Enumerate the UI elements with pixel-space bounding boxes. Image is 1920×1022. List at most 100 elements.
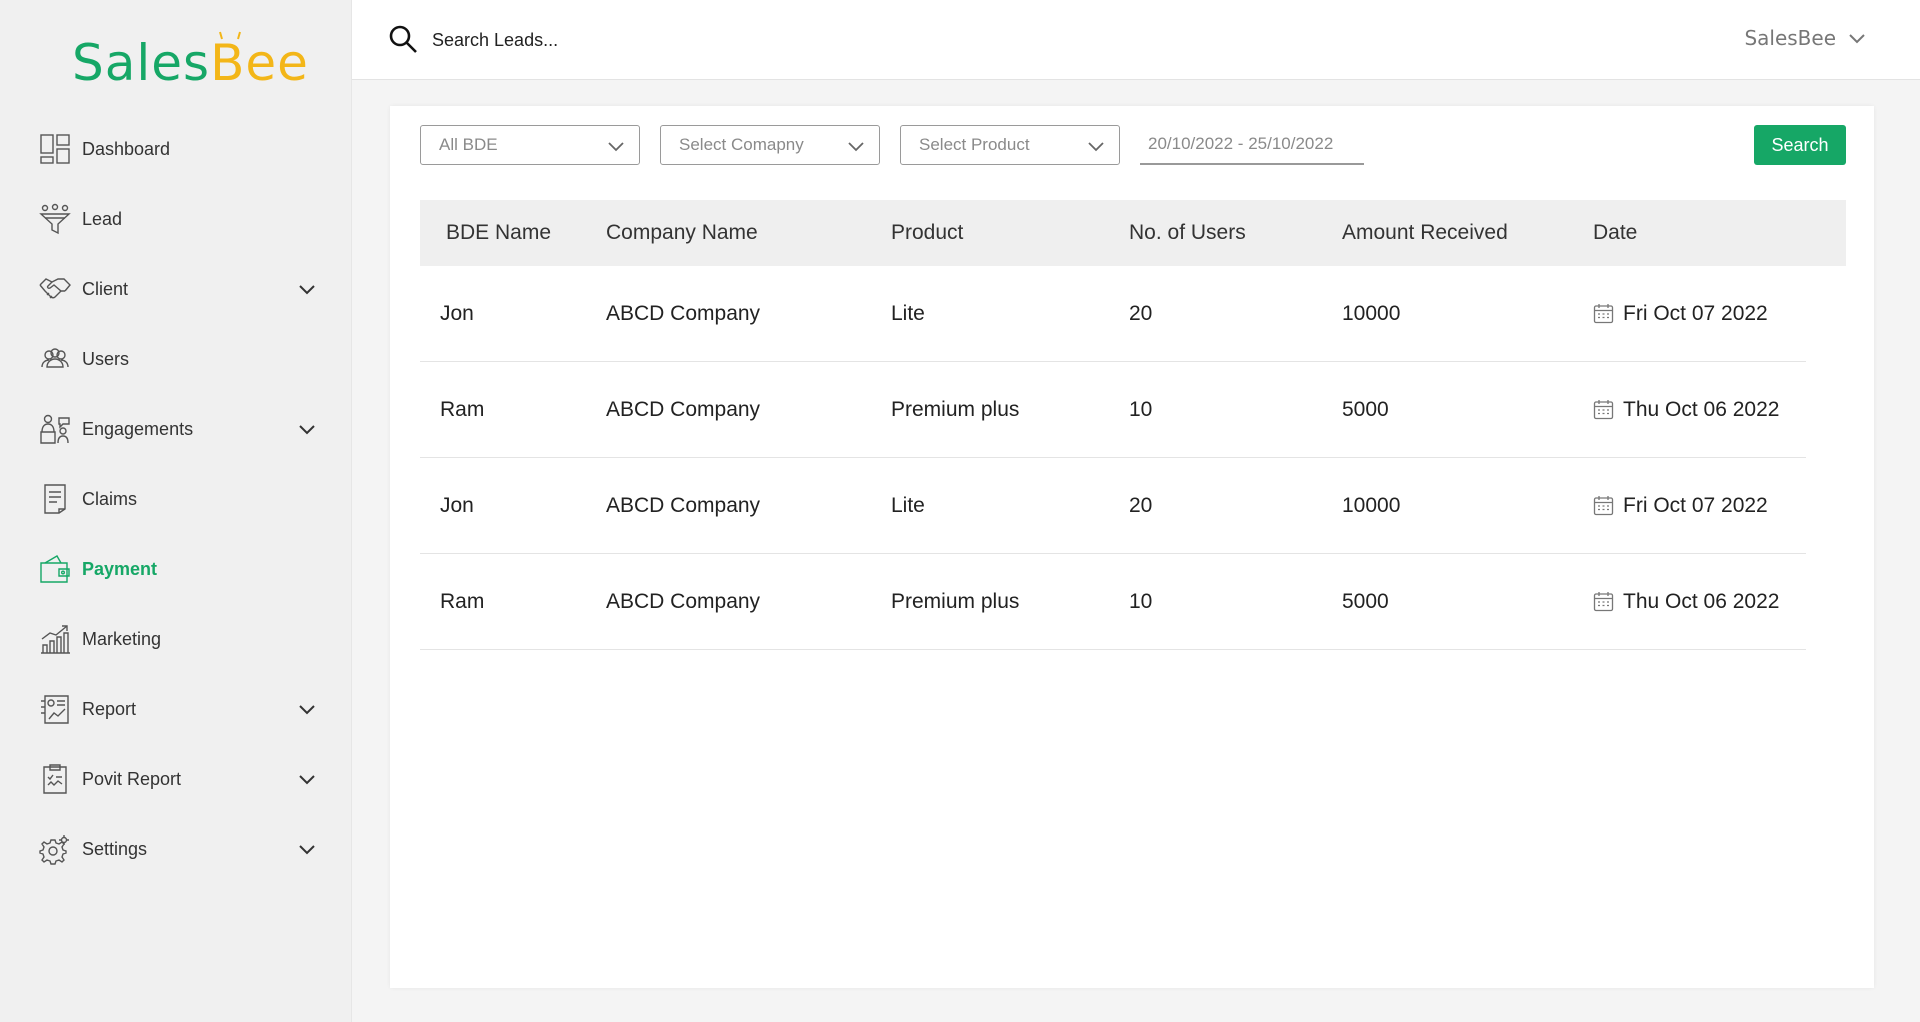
cell-bde-name: Ram — [440, 397, 485, 421]
logo-text-bee: Bee — [210, 31, 309, 92]
sidebar: Sales Bee Dashboard Lead Client Users Eng… — [0, 0, 352, 1022]
cell-bde-name: Jon — [440, 301, 474, 325]
date-range-picker[interactable]: 20/10/2022 - 25/10/2022 — [1140, 125, 1364, 165]
calendar-icon — [1593, 496, 1614, 516]
sidebar-item-settings[interactable]: Settings — [0, 814, 352, 884]
search-icon[interactable] — [388, 24, 418, 54]
bde-select[interactable]: All BDE — [420, 125, 640, 165]
cell-no-of-users: 20 — [1129, 493, 1153, 517]
sidebar-item-client[interactable]: Client — [0, 254, 352, 324]
table-row[interactable]: Jon ABCD Company Lite 20 10000 Fri Oct 0… — [420, 266, 1806, 362]
cell-amount-received: 10000 — [1342, 493, 1401, 517]
sidebar-item-lead[interactable]: Lead — [0, 184, 352, 254]
sidebar-item-report[interactable]: Report — [0, 674, 352, 744]
sidebar-item-users[interactable]: Users — [0, 324, 352, 394]
cell-date-text: Thu Oct 06 2022 — [1623, 397, 1780, 421]
salesbee-logo[interactable]: Sales Bee — [72, 22, 309, 92]
bee-antenna-icon — [219, 31, 242, 40]
sidebar-item-label: Client — [82, 278, 129, 299]
cell-date-text: Thu Oct 06 2022 — [1623, 589, 1780, 613]
cell-date: Fri Oct 07 2022 — [1593, 494, 1768, 518]
cell-product: Premium plus — [891, 397, 1020, 421]
gear-icon — [38, 832, 72, 866]
chevron-down-icon — [608, 142, 624, 152]
table-header: BDE Name Company Name Product No. of Use… — [420, 200, 1846, 266]
user-menu-label: SalesBee — [1744, 26, 1836, 50]
chevron-down-icon[interactable] — [298, 700, 316, 718]
cell-date: Fri Oct 07 2022 — [1593, 302, 1768, 326]
column-header-bde-name[interactable]: BDE Name — [446, 221, 551, 245]
cell-date-text: Fri Oct 07 2022 — [1623, 301, 1768, 325]
chevron-down-icon[interactable] — [298, 770, 316, 788]
chevron-down-icon[interactable] — [298, 840, 316, 858]
sidebar-item-label: Dashboard — [82, 138, 171, 159]
sidebar-item-label: Claims — [82, 488, 138, 509]
cell-company-name: ABCD Company — [606, 493, 761, 517]
sidebar-item-label: Lead — [82, 208, 123, 229]
sidebar-item-label: Engagements — [82, 418, 194, 439]
chevron-down-icon — [1849, 34, 1865, 44]
document-icon — [38, 482, 72, 516]
payment-card: All BDE Select Comapny Select Product 20… — [390, 106, 1874, 988]
cell-product: Lite — [891, 493, 925, 517]
sidebar-item-dashboard[interactable]: Dashboard — [0, 114, 352, 184]
sidebar-item-payment[interactable]: Payment — [0, 534, 352, 604]
sidebar-item-claims[interactable]: Claims — [0, 464, 352, 534]
calendar-icon — [1593, 400, 1614, 420]
sidebar-item-marketing[interactable]: Marketing — [0, 604, 352, 674]
cell-product: Premium plus — [891, 589, 1020, 613]
chevron-down-icon[interactable] — [298, 420, 316, 438]
search-button[interactable]: Search — [1754, 125, 1846, 165]
sidebar-item-povit-report[interactable]: Povit Report — [0, 744, 352, 814]
cell-company-name: ABCD Company — [606, 397, 761, 421]
company-select[interactable]: Select Comapny — [660, 125, 880, 165]
dashboard-icon — [38, 132, 72, 166]
column-header-date[interactable]: Date — [1593, 221, 1637, 245]
clipboard-icon — [38, 762, 72, 796]
cell-company-name: ABCD Company — [606, 589, 761, 613]
column-header-product[interactable]: Product — [891, 221, 963, 245]
chevron-down-icon — [1088, 142, 1104, 152]
handshake-icon — [38, 272, 72, 306]
column-header-company-name[interactable]: Company Name — [606, 221, 758, 245]
cell-date: Thu Oct 06 2022 — [1593, 590, 1779, 614]
funnel-icon — [38, 202, 72, 236]
logo-text-bee-label: Bee — [210, 34, 309, 92]
sidebar-item-label: Marketing — [82, 628, 162, 649]
chevron-down-icon[interactable] — [298, 280, 316, 298]
sidebar-item-engagements[interactable]: Engagements — [0, 394, 352, 464]
table-row[interactable]: Ram ABCD Company Premium plus 10 5000 Th… — [420, 554, 1806, 650]
payments-table: BDE Name Company Name Product No. of Use… — [420, 200, 1846, 650]
product-select[interactable]: Select Product — [900, 125, 1120, 165]
user-menu[interactable]: SalesBee — [1744, 26, 1866, 50]
chevron-down-icon — [848, 142, 864, 152]
engagement-icon — [38, 412, 72, 446]
cell-amount-received: 5000 — [1342, 397, 1389, 421]
cell-bde-name: Jon — [440, 493, 474, 517]
cell-date-text: Fri Oct 07 2022 — [1623, 493, 1768, 517]
sidebar-item-label: Settings — [82, 838, 148, 859]
product-select-value: Select Product — [919, 135, 1030, 154]
cell-date: Thu Oct 06 2022 — [1593, 398, 1779, 422]
search-input[interactable] — [432, 24, 932, 56]
cell-product: Lite — [891, 301, 925, 325]
sidebar-nav: Dashboard Lead Client Users Engagements … — [0, 114, 352, 884]
bde-select-value: All BDE — [439, 135, 498, 154]
column-header-no-of-users[interactable]: No. of Users — [1129, 221, 1246, 245]
column-header-amount-received[interactable]: Amount Received — [1342, 221, 1508, 245]
table-row[interactable]: Jon ABCD Company Lite 20 10000 Fri Oct 0… — [420, 458, 1806, 554]
cell-company-name: ABCD Company — [606, 301, 761, 325]
sidebar-item-label: Povit Report — [82, 768, 182, 789]
sidebar-item-label: Users — [82, 348, 130, 369]
cell-amount-received: 5000 — [1342, 589, 1389, 613]
table-row[interactable]: Ram ABCD Company Premium plus 10 5000 Th… — [420, 362, 1806, 458]
cell-amount-received: 10000 — [1342, 301, 1401, 325]
cell-no-of-users: 20 — [1129, 301, 1153, 325]
growth-chart-icon — [38, 622, 72, 656]
date-range-value: 20/10/2022 - 25/10/2022 — [1148, 134, 1334, 153]
wallet-icon — [38, 552, 72, 586]
sidebar-item-label: Payment — [82, 558, 158, 579]
users-icon — [38, 342, 72, 376]
calendar-icon — [1593, 304, 1614, 324]
company-select-value: Select Comapny — [679, 135, 804, 154]
